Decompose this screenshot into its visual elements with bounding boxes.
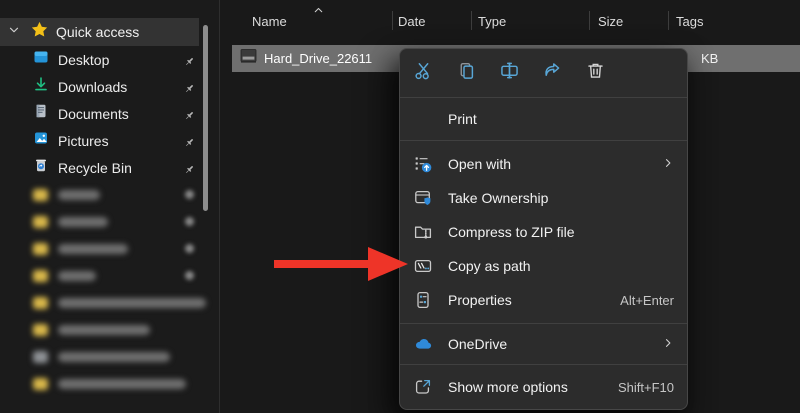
cut-button[interactable] <box>402 55 445 91</box>
sidebar-item-documents[interactable]: Documents <box>0 100 219 127</box>
submenu-chevron-icon <box>662 336 674 352</box>
folder-icon <box>33 270 48 282</box>
desktop-icon <box>33 49 49 70</box>
column-divider[interactable] <box>668 11 669 30</box>
show-more-options-icon <box>413 377 433 397</box>
cut-icon <box>413 60 434 86</box>
menu-item-properties[interactable]: Properties Alt+Enter <box>400 283 687 317</box>
sidebar-item-redacted[interactable] <box>0 370 219 397</box>
navigation-pane: Quick access Desktop Downloads <box>0 0 219 413</box>
sidebar-scrollbar[interactable] <box>203 25 208 211</box>
sidebar-item-redacted[interactable] <box>0 208 219 235</box>
copy-icon <box>456 60 477 86</box>
red-arrow-annotation <box>274 247 408 286</box>
sidebar-item-redacted[interactable] <box>0 289 219 316</box>
pin-icon <box>185 271 194 280</box>
onedrive-icon <box>413 334 433 354</box>
folder-icon <box>33 189 48 201</box>
sidebar-items: Desktop Downloads Documents <box>0 46 219 397</box>
pin-icon <box>184 54 195 72</box>
menu-item-show-more-options[interactable]: Show more options Shift+F10 <box>400 370 687 404</box>
delete-button[interactable] <box>574 55 617 91</box>
sidebar-item-quick-access[interactable]: Quick access <box>0 18 199 46</box>
sidebar-item-redacted[interactable] <box>0 235 219 262</box>
quick-access-label: Quick access <box>56 24 139 40</box>
rename-icon <box>499 60 520 86</box>
menu-item-take-ownership[interactable]: Take Ownership <box>400 181 687 215</box>
column-header-date[interactable]: Date <box>398 14 425 29</box>
sidebar-item-desktop[interactable]: Desktop <box>0 46 219 73</box>
sidebar-item-redacted[interactable] <box>0 316 219 343</box>
context-menu-quick-actions <box>400 49 687 97</box>
rename-button[interactable] <box>488 55 531 91</box>
pin-icon <box>184 135 195 153</box>
column-header-size[interactable]: Size <box>598 14 623 29</box>
column-divider[interactable] <box>589 11 590 30</box>
shortcut-label: Shift+F10 <box>618 380 674 395</box>
pictures-icon <box>33 130 49 151</box>
chevron-down-icon[interactable] <box>7 23 21 42</box>
sidebar-item-redacted[interactable] <box>0 343 219 370</box>
context-menu: Print Open with Take Ownership <box>399 48 688 410</box>
column-divider[interactable] <box>392 11 393 30</box>
recycle-bin-icon <box>33 157 49 178</box>
submenu-chevron-icon <box>662 156 674 172</box>
take-ownership-icon <box>413 188 433 208</box>
trash-icon <box>585 60 606 86</box>
folder-icon <box>33 216 48 228</box>
folder-icon <box>33 324 48 336</box>
copy-button[interactable] <box>445 55 488 91</box>
file-explorer-window: Quick access Desktop Downloads <box>0 0 800 413</box>
star-icon <box>31 21 48 43</box>
pin-icon <box>185 217 194 226</box>
copy-as-path-icon <box>413 256 433 276</box>
sidebar-item-recycle-bin[interactable]: Recycle Bin <box>0 154 219 181</box>
menu-item-compress-zip[interactable]: Compress to ZIP file <box>400 215 687 249</box>
column-header-name[interactable]: Name <box>252 14 287 29</box>
sidebar-item-redacted[interactable] <box>0 262 219 289</box>
column-header-type[interactable]: Type <box>478 14 506 29</box>
shortcut-label: Alt+Enter <box>620 293 674 308</box>
file-size-partial: KB <box>701 51 718 66</box>
pin-icon <box>184 81 195 99</box>
documents-icon <box>33 103 49 124</box>
downloads-icon <box>33 76 49 97</box>
properties-icon <box>413 290 433 310</box>
zip-folder-icon <box>413 222 433 242</box>
share-icon <box>542 60 563 86</box>
open-with-icon <box>413 154 433 174</box>
drive-file-icon <box>240 48 257 69</box>
column-divider[interactable] <box>471 11 472 30</box>
folder-icon <box>33 297 48 309</box>
sort-ascending-icon <box>312 4 325 22</box>
menu-item-onedrive[interactable]: OneDrive <box>400 327 687 361</box>
file-name: Hard_Drive_22611 <box>264 51 372 66</box>
folder-icon <box>33 378 48 390</box>
pin-icon <box>184 108 195 126</box>
folder-icon <box>33 243 48 255</box>
pin-icon <box>185 190 194 199</box>
menu-item-open-with[interactable]: Open with <box>400 147 687 181</box>
menu-item-print[interactable]: Print <box>400 98 687 140</box>
drive-icon <box>33 351 48 363</box>
pin-icon <box>184 162 195 180</box>
pin-icon <box>185 244 194 253</box>
menu-item-copy-as-path[interactable]: Copy as path <box>400 249 687 283</box>
column-header-tags[interactable]: Tags <box>676 14 703 29</box>
sidebar-item-pictures[interactable]: Pictures <box>0 127 219 154</box>
sidebar-item-redacted[interactable] <box>0 181 219 208</box>
share-button[interactable] <box>531 55 574 91</box>
sidebar-item-downloads[interactable]: Downloads <box>0 73 219 100</box>
